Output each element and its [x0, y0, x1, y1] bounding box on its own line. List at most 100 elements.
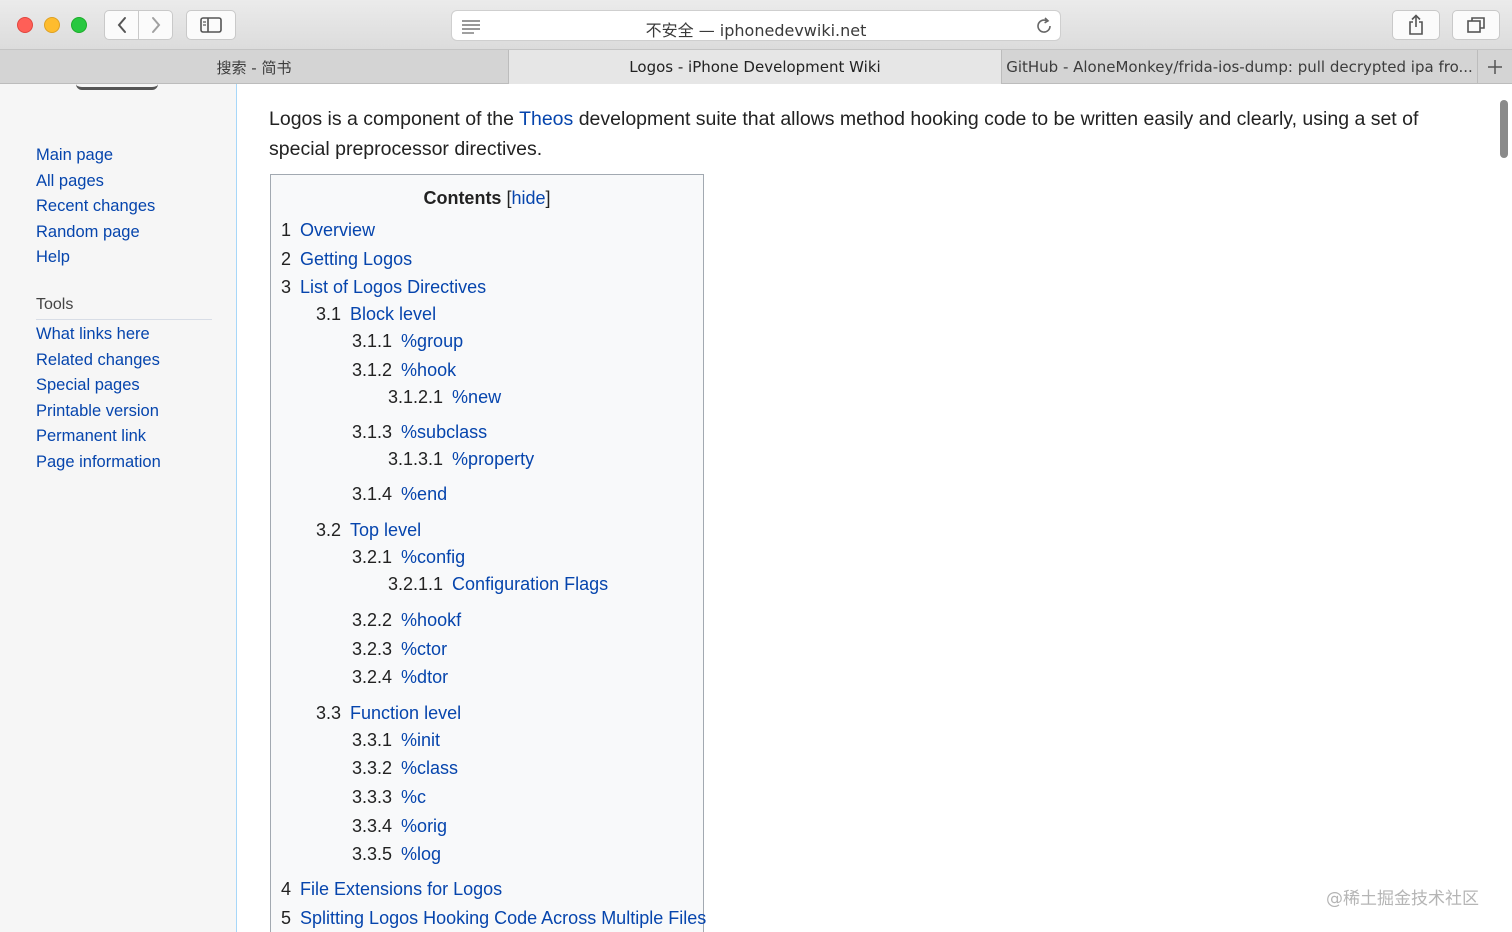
- sidebar-item-recent-changes[interactable]: Recent changes: [36, 197, 155, 223]
- toc-entry[interactable]: 3.3.2 %class: [352, 758, 458, 779]
- toc-entry[interactable]: 1 Overview: [281, 220, 375, 241]
- sidebar-item-special-pages[interactable]: Special pages: [36, 376, 161, 402]
- toc-link[interactable]: %init: [401, 730, 440, 750]
- sidebar-item-page-information[interactable]: Page information: [36, 453, 161, 479]
- tab-label: 搜索 - 简书: [216, 58, 292, 77]
- minimize-window-button[interactable]: [44, 17, 60, 33]
- sidebar-toggle-button[interactable]: [186, 10, 236, 40]
- toc-title: Contents: [423, 188, 502, 208]
- tab-jianshu-search[interactable]: 搜索 - 简书: [0, 50, 509, 84]
- toc-title-row: Contents [hide]: [271, 188, 703, 209]
- toc-number: 3.1.2: [352, 360, 393, 380]
- toc-entry[interactable]: 3.3.3 %c: [352, 787, 426, 808]
- tools-heading: Tools: [36, 296, 74, 313]
- toc-link[interactable]: %group: [401, 331, 463, 351]
- tools-list: What links here Related changes Special …: [36, 325, 161, 478]
- reload-icon[interactable]: [1034, 16, 1054, 36]
- watermark: @稀土掘金技术社区: [1326, 889, 1479, 909]
- toc-link[interactable]: List of Logos Directives: [300, 277, 486, 297]
- toc-link[interactable]: %new: [452, 387, 501, 407]
- toc-link[interactable]: File Extensions for Logos: [300, 879, 502, 899]
- tab-label: Logos - iPhone Development Wiki: [629, 58, 881, 76]
- close-window-button[interactable]: [17, 17, 33, 33]
- toc-entry[interactable]: 3.1.3.1 %property: [388, 449, 534, 470]
- toc-link[interactable]: %c: [401, 787, 426, 807]
- toc-number: 3.2.3: [352, 639, 393, 659]
- toc-link[interactable]: %dtor: [401, 667, 448, 687]
- browser-toolbar: 不安全 — iphonedevwiki.net: [0, 0, 1512, 50]
- sidebar-item-related-changes[interactable]: Related changes: [36, 351, 161, 377]
- intro-text: Logos is a component of the: [269, 108, 520, 130]
- theos-link[interactable]: Theos: [519, 108, 573, 130]
- toc-number: 3.3.2: [352, 758, 393, 778]
- sidebar-item-what-links-here[interactable]: What links here: [36, 325, 161, 351]
- sidebar-item-random-page[interactable]: Random page: [36, 223, 155, 249]
- toc-hide-link[interactable]: hide: [511, 188, 545, 208]
- sidebar-item-printable-version[interactable]: Printable version: [36, 402, 161, 428]
- toc-entry[interactable]: 3 List of Logos Directives: [281, 277, 486, 298]
- tab-logos-wiki[interactable]: Logos - iPhone Development Wiki: [509, 50, 1002, 84]
- toc-entry[interactable]: 3.1.4 %end: [352, 484, 447, 505]
- share-button[interactable]: [1392, 10, 1440, 40]
- show-tabs-button[interactable]: [1452, 10, 1500, 40]
- toc-entry[interactable]: 3.2.3 %ctor: [352, 639, 447, 660]
- toc-entry[interactable]: 2 Getting Logos: [281, 249, 412, 270]
- intro-paragraph: Logos is a component of the Theos develo…: [269, 104, 1459, 164]
- toc-entry[interactable]: 3.2 Top level: [316, 520, 421, 541]
- toc-entry[interactable]: 3.3.1 %init: [352, 730, 440, 751]
- toc-entry[interactable]: 5 Splitting Logos Hooking Code Across Mul…: [281, 908, 706, 929]
- toc-entry[interactable]: 3.1.2 %hook: [352, 360, 456, 381]
- back-button[interactable]: [104, 10, 139, 40]
- sidebar-item-permanent-link[interactable]: Permanent link: [36, 427, 161, 453]
- toc-link[interactable]: Configuration Flags: [452, 574, 608, 594]
- sidebar-item-all-pages[interactable]: All pages: [36, 172, 155, 198]
- wiki-logo[interactable]: [76, 84, 158, 90]
- toc-number: 3.3.5: [352, 844, 393, 864]
- toc-link[interactable]: %orig: [401, 816, 447, 836]
- sidebar-item-help[interactable]: Help: [36, 248, 155, 274]
- toc-number: 3.1.3.1: [388, 449, 444, 469]
- chevron-right-icon: [151, 17, 160, 33]
- toc-link[interactable]: %property: [452, 449, 534, 469]
- toc-link[interactable]: Getting Logos: [300, 249, 412, 269]
- toc-link[interactable]: %hook: [401, 360, 456, 380]
- toc-link[interactable]: %end: [401, 484, 447, 504]
- sidebar-item-main-page[interactable]: Main page: [36, 146, 155, 172]
- new-tab-button[interactable]: [1478, 50, 1512, 84]
- toc-entry[interactable]: 3.3.4 %orig: [352, 816, 447, 837]
- toc-number: 3.3.3: [352, 787, 393, 807]
- toc-link[interactable]: Overview: [300, 220, 375, 240]
- tab-label: GitHub - AloneMonkey/frida-ios-dump: pul…: [1006, 58, 1473, 76]
- toc-number: 3.3.1: [352, 730, 393, 750]
- toc-entry[interactable]: 3.1.3 %subclass: [352, 422, 487, 443]
- toc-number: 3.1: [316, 304, 342, 324]
- navigation-list: Main page All pages Recent changes Rando…: [36, 146, 155, 274]
- toc-entry[interactable]: 3.3 Function level: [316, 703, 461, 724]
- toc-entry[interactable]: 3.2.2 %hookf: [352, 610, 461, 631]
- toc-link[interactable]: %ctor: [401, 639, 447, 659]
- toc-link[interactable]: %subclass: [401, 422, 487, 442]
- tab-github-frida[interactable]: GitHub - AloneMonkey/frida-ios-dump: pul…: [1002, 50, 1478, 84]
- toc-link[interactable]: Splitting Logos Hooking Code Across Mult…: [300, 908, 706, 928]
- toc-entry[interactable]: 3.1 Block level: [316, 304, 436, 325]
- toc-link[interactable]: Block level: [350, 304, 436, 324]
- toc-entry[interactable]: 3.1.2.1 %new: [388, 387, 501, 408]
- toc-entry[interactable]: 3.1.1 %group: [352, 331, 463, 352]
- toc-link[interactable]: %config: [401, 547, 465, 567]
- toc-entry[interactable]: 3.2.4 %dtor: [352, 667, 448, 688]
- toc-link[interactable]: Top level: [350, 520, 421, 540]
- toc-number: 5: [281, 908, 292, 928]
- forward-button[interactable]: [139, 10, 173, 40]
- toc-link[interactable]: Function level: [350, 703, 461, 723]
- toc-entry[interactable]: 3.2.1.1 Configuration Flags: [388, 574, 608, 595]
- toc-link[interactable]: %hookf: [401, 610, 461, 630]
- zoom-window-button[interactable]: [71, 17, 87, 33]
- tools-divider: [36, 319, 212, 320]
- toc-entry[interactable]: 3.2.1 %config: [352, 547, 465, 568]
- toc-entry[interactable]: 3.3.5 %log: [352, 844, 441, 865]
- toc-entry[interactable]: 4 File Extensions for Logos: [281, 879, 502, 900]
- toc-link[interactable]: %class: [401, 758, 458, 778]
- scrollbar-thumb[interactable]: [1500, 100, 1508, 158]
- toc-link[interactable]: %log: [401, 844, 441, 864]
- address-bar[interactable]: 不安全 — iphonedevwiki.net: [451, 10, 1061, 41]
